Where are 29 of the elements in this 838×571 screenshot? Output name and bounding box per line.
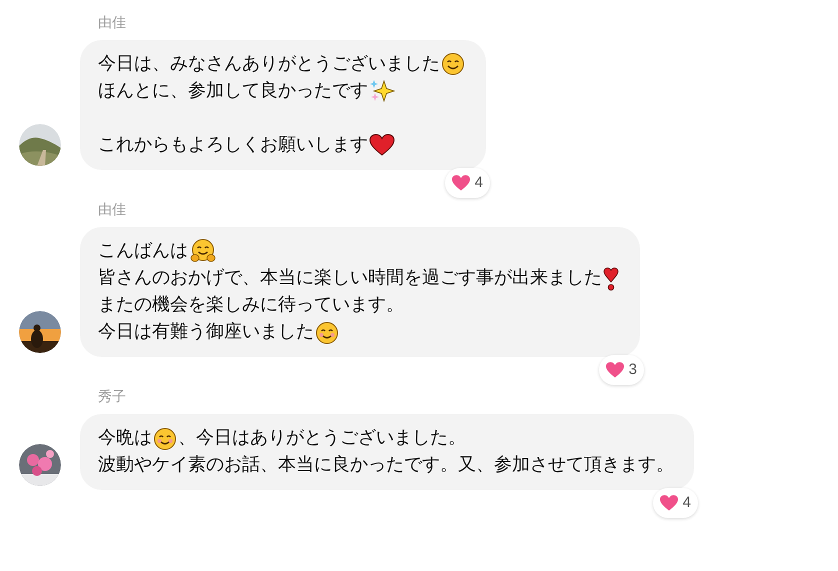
message-text: 、今日はありがとうございました。 — [178, 427, 466, 448]
sender-name: 由佳 — [98, 200, 127, 219]
sparkles-icon — [369, 79, 395, 104]
message-text: 今晩は — [98, 427, 152, 448]
reaction-count: 4 — [474, 172, 483, 193]
message-text: ほんとに、参加して良かったです — [98, 80, 368, 100]
message-text: こんばんは — [98, 240, 188, 260]
message-text: 今日は、みなさんありがとうございました — [98, 53, 440, 73]
blushing-face-icon — [153, 426, 177, 450]
blushing-face-icon — [315, 320, 339, 344]
reaction-badge[interactable]: 4 — [652, 488, 698, 518]
reaction-count: 3 — [628, 360, 637, 380]
message-text: またの機会を楽しみに待っています。 — [98, 294, 404, 314]
smiling-face-icon — [441, 52, 465, 76]
heart-icon — [450, 174, 471, 192]
sender-name: 秀子 — [98, 387, 127, 406]
sender-name: 由佳 — [98, 13, 127, 32]
message-text: 皆さんのおかげで、本当に楽しい時間を過ごす事が出来ました — [98, 267, 602, 288]
heart-icon — [604, 361, 625, 380]
reaction-badge[interactable]: 3 — [598, 355, 644, 386]
hugging-face-icon — [189, 238, 217, 264]
heart-icon — [369, 133, 395, 158]
message-text: これからもよろしくお願いします — [98, 134, 368, 154]
reaction-badge[interactable]: 4 — [444, 168, 490, 198]
message-text: 今日は有難う御座いました — [98, 321, 314, 342]
message-text: 波動やケイ素のお話、本当に良かったです。又、参加させて頂きます。 — [98, 454, 674, 474]
reaction-count: 4 — [682, 493, 691, 513]
exclamation-icon — [603, 266, 619, 290]
heart-icon — [658, 494, 679, 512]
